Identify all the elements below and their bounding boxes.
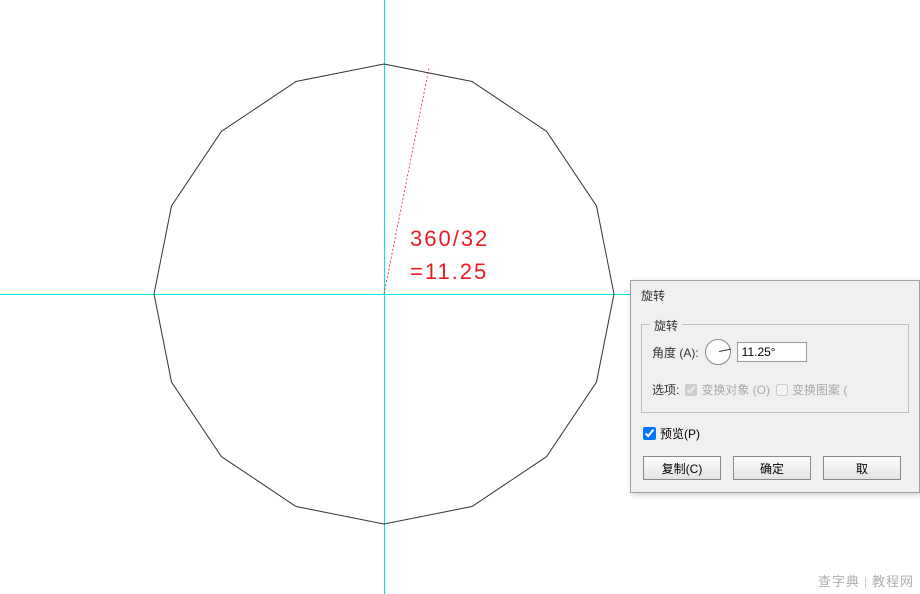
dialog-body: 旋转 角度 (A): 选项: 变换对象 (O) 变换图案 ( 预览(P) (631, 310, 919, 492)
calculation-annotation: 360/32 =11.25 (410, 222, 489, 288)
rotate-dialog: 旋转 旋转 角度 (A): 选项: 变换对象 (O) 变换图案 ( (630, 280, 920, 493)
transform-patterns-checkbox: 变换图案 ( (776, 381, 847, 398)
angle-input[interactable] (737, 342, 807, 362)
rotate-fieldset: 旋转 角度 (A): 选项: 变换对象 (O) 变换图案 ( (641, 324, 909, 413)
transform-patterns-label: 变换图案 ( (792, 381, 847, 398)
ok-button[interactable]: 确定 (733, 456, 811, 480)
annotation-line-1: 360/32 (410, 222, 489, 255)
options-label: 选项: (652, 381, 679, 398)
preview-label: 预览(P) (660, 425, 700, 442)
copy-button[interactable]: 复制(C) (643, 456, 721, 480)
angle-row: 角度 (A): (652, 339, 898, 365)
options-row: 选项: 变换对象 (O) 变换图案 ( (652, 381, 898, 398)
fieldset-legend: 旋转 (650, 317, 682, 334)
preview-row: 预览(P) (641, 425, 909, 442)
annotation-line-2: =11.25 (410, 255, 489, 288)
angle-dial-icon[interactable] (705, 339, 731, 365)
transform-objects-label: 变换对象 (O) (701, 381, 770, 398)
cancel-button[interactable]: 取 (823, 456, 901, 480)
transform-objects-input (685, 384, 697, 396)
preview-checkbox[interactable] (643, 427, 656, 440)
angle-label: 角度 (A): (652, 344, 699, 361)
button-row: 复制(C) 确定 取 (641, 456, 909, 480)
watermark: 查字典 | 教程网 (818, 571, 914, 590)
transform-patterns-input (776, 384, 788, 396)
dialog-title: 旋转 (631, 281, 919, 310)
transform-objects-checkbox: 变换对象 (O) (685, 381, 770, 398)
